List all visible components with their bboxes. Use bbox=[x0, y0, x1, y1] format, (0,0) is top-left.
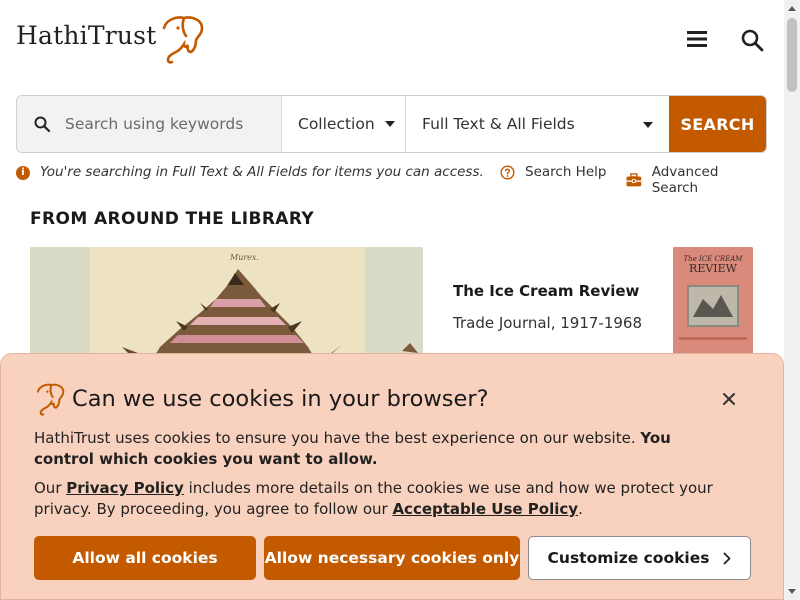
elephant-logo-icon bbox=[163, 16, 204, 64]
policy-note-part1: Our bbox=[34, 479, 67, 497]
allow-necessary-cookies-button[interactable]: Allow necessary cookies only bbox=[264, 536, 520, 580]
search-scope-note: i You're searching in Full Text & All Fi… bbox=[16, 164, 484, 180]
question-circle-icon bbox=[500, 164, 515, 180]
acceptable-use-policy-link[interactable]: Acceptable Use Policy bbox=[392, 500, 578, 518]
section-title: FROM AROUND THE LIBRARY bbox=[30, 209, 315, 229]
cookie-dialog-header: Can we use cookies in your browser? bbox=[34, 382, 489, 416]
menu-icon[interactable] bbox=[686, 28, 708, 50]
page-scrollbar[interactable] bbox=[784, 0, 800, 600]
customize-cookies-button[interactable]: Customize cookies bbox=[528, 536, 751, 580]
search-input[interactable]: Search using keywords bbox=[17, 96, 281, 152]
cookie-description-text: HathiTrust uses cookies to ensure you ha… bbox=[34, 429, 641, 447]
collection-select[interactable]: Collection bbox=[281, 96, 405, 152]
search-placeholder: Search using keywords bbox=[65, 115, 244, 133]
advanced-search-label: Advanced Search bbox=[651, 164, 719, 196]
search-help-label: Search Help bbox=[525, 164, 607, 180]
info-icon: i bbox=[16, 165, 30, 180]
field-select[interactable]: Full Text & All Fields bbox=[405, 96, 669, 152]
shell-illustration: Murex. bbox=[30, 247, 423, 367]
scroll-up-arrow-icon[interactable] bbox=[788, 6, 796, 11]
field-label: Full Text & All Fields bbox=[422, 115, 575, 133]
featured-item-subtitle: Trade Journal, 1917-1968 bbox=[453, 314, 643, 332]
close-icon[interactable] bbox=[718, 388, 740, 410]
customize-cookies-label: Customize cookies bbox=[547, 549, 710, 567]
hathitrust-logo[interactable]: HathiTrust bbox=[16, 14, 206, 64]
site-header: HathiTrust bbox=[0, 0, 784, 84]
search-button[interactable]: SEARCH bbox=[669, 96, 766, 152]
cookie-policy-note: Our Privacy Policy includes more details… bbox=[34, 478, 734, 520]
featured-item-title[interactable]: The Ice Cream Review bbox=[453, 282, 639, 300]
search-help-link[interactable]: Search Help bbox=[500, 164, 606, 180]
policy-note-part3: . bbox=[578, 500, 583, 518]
search-info-row: i You're searching in Full Text & All Fi… bbox=[16, 164, 767, 196]
elephant-logo-icon bbox=[37, 383, 65, 416]
cookie-consent-dialog: Can we use cookies in your browser? Hath… bbox=[0, 353, 784, 600]
search-scope-text: You're searching in Full Text & All Fiel… bbox=[40, 164, 484, 180]
scroll-down-arrow-icon[interactable] bbox=[788, 589, 796, 594]
toolbox-icon bbox=[626, 173, 642, 187]
chevron-down-icon bbox=[643, 122, 653, 128]
magazine-cover-image: The ICE CREAM REVIEW bbox=[673, 247, 753, 359]
feature-caption: Murex. bbox=[229, 253, 259, 262]
collection-label: Collection bbox=[298, 115, 375, 133]
cookie-dialog-title: Can we use cookies in your browser? bbox=[72, 386, 489, 412]
thumb-heading-line2: REVIEW bbox=[689, 262, 738, 275]
advanced-search-link[interactable]: Advanced Search bbox=[626, 164, 767, 196]
privacy-policy-link[interactable]: Privacy Policy bbox=[66, 479, 184, 497]
allow-all-cookies-button[interactable]: Allow all cookies bbox=[34, 536, 256, 580]
search-icon[interactable] bbox=[740, 28, 764, 52]
cookie-description: HathiTrust uses cookies to ensure you ha… bbox=[34, 428, 734, 470]
magnifier-icon bbox=[34, 116, 51, 133]
featured-image-murex[interactable]: Murex. bbox=[30, 247, 423, 367]
ice-cream-review-thumbnail[interactable]: The ICE CREAM REVIEW bbox=[673, 247, 753, 359]
chevron-down-icon bbox=[384, 121, 395, 127]
logo-text: HathiTrust bbox=[16, 21, 157, 50]
search-bar: Search using keywords Collection Full Te… bbox=[16, 95, 767, 153]
chevron-right-icon bbox=[724, 552, 731, 564]
scrollbar-thumb[interactable] bbox=[787, 18, 797, 92]
